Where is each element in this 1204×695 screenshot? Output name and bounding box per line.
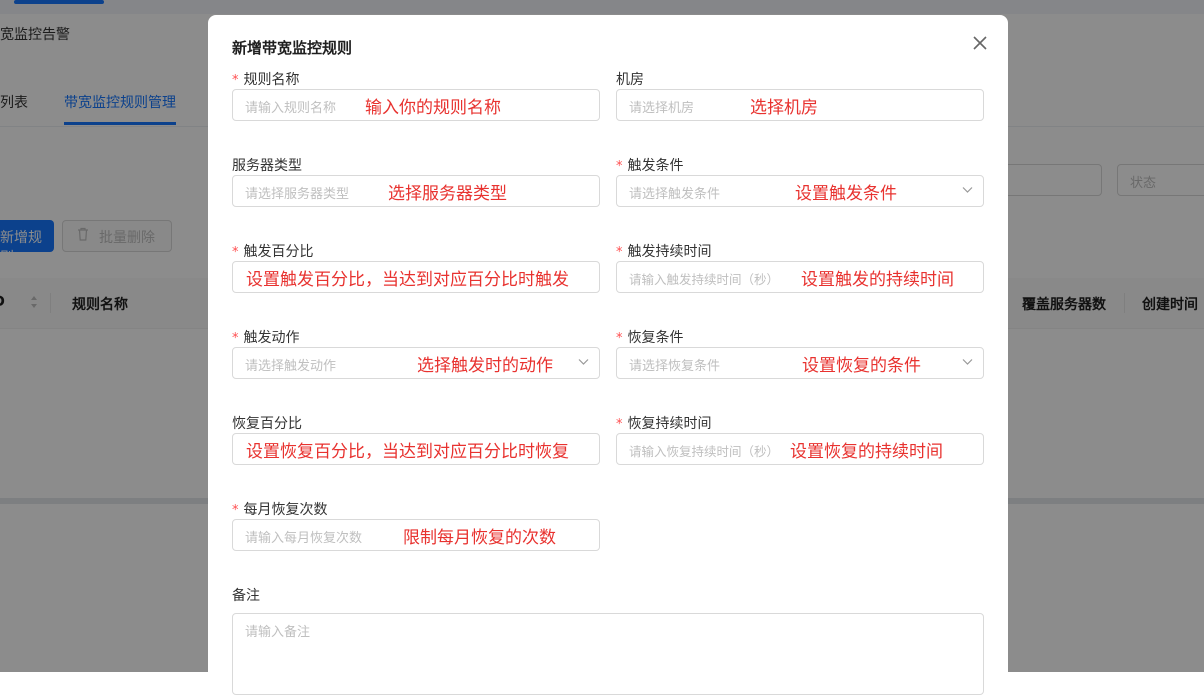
trigger-duration-placeholder: 请输入触发持续时间（秒） — [629, 272, 780, 287]
trigger-action-select[interactable]: 请选择触发动作 选择触发时的动作 — [232, 347, 600, 379]
machine-room-annotation: 选择机房 — [750, 98, 818, 118]
chevron-down-icon — [578, 359, 589, 365]
trigger-percent-label: * 触发百分比 — [232, 244, 314, 260]
rule-name-input[interactable]: 请输入规则名称 输入你的规则名称 — [232, 89, 600, 121]
recovery-duration-annotation: 设置恢复的持续时间 — [790, 442, 943, 462]
recovery-duration-input[interactable]: 请输入恢复持续时间（秒） 设置恢复的持续时间 — [616, 433, 984, 465]
add-rule-modal: 新增带宽监控规则 * 规则名称 请输入规则名称 输入你的规则名称 机房 请选择机房… — [208, 15, 1008, 695]
chevron-down-icon — [962, 187, 973, 193]
rule-name-label: * 规则名称 — [232, 72, 300, 88]
trigger-duration-label: * 触发持续时间 — [616, 244, 712, 260]
rule-name-placeholder: 请输入规则名称 — [245, 101, 337, 116]
trigger-duration-input[interactable]: 请输入触发持续时间（秒） 设置触发的持续时间 — [616, 261, 984, 293]
server-type-annotation: 选择服务器类型 — [388, 184, 507, 204]
recovery-percent-input[interactable]: 设置恢复百分比，当达到对应百分比时恢复 — [232, 433, 600, 465]
trigger-action-annotation: 选择触发时的动作 — [417, 356, 553, 376]
trigger-action-placeholder: 请选择触发动作 — [245, 359, 337, 374]
trigger-condition-placeholder: 请选择触发条件 — [629, 187, 721, 202]
close-icon[interactable] — [970, 33, 990, 53]
recovery-duration-placeholder: 请输入恢复持续时间（秒） — [629, 444, 780, 459]
recovery-duration-label: * 恢复持续时间 — [616, 416, 712, 432]
server-type-select[interactable]: 请选择服务器类型 选择服务器类型 — [232, 175, 600, 207]
recovery-percent-annotation: 设置恢复百分比，当达到对应百分比时恢复 — [246, 442, 569, 462]
machine-room-placeholder: 请选择机房 — [629, 101, 695, 116]
server-type-placeholder: 请选择服务器类型 — [245, 187, 350, 202]
monthly-recovery-count-label: * 每月恢复次数 — [232, 502, 328, 518]
monthly-recovery-count-annotation: 限制每月恢复的次数 — [403, 528, 556, 548]
rule-name-annotation: 输入你的规则名称 — [365, 98, 501, 118]
remark-textarea[interactable]: 请输入备注 — [232, 613, 984, 695]
trigger-percent-input[interactable]: 设置触发百分比，当达到对应百分比时触发 — [232, 261, 600, 293]
trigger-percent-annotation: 设置触发百分比，当达到对应百分比时触发 — [246, 270, 569, 290]
trigger-condition-select[interactable]: 请选择触发条件 设置触发条件 — [616, 175, 984, 207]
chevron-down-icon — [962, 359, 973, 365]
machine-room-label: 机房 — [616, 72, 644, 88]
server-type-label: 服务器类型 — [232, 158, 302, 174]
machine-room-select[interactable]: 请选择机房 选择机房 — [616, 89, 984, 121]
remark-placeholder: 请输入备注 — [245, 625, 311, 640]
recovery-condition-annotation: 设置恢复的条件 — [802, 356, 921, 376]
remark-label: 备注 — [232, 588, 260, 604]
recovery-percent-label: 恢复百分比 — [232, 416, 302, 432]
monthly-recovery-count-input[interactable]: 请输入每月恢复次数 限制每月恢复的次数 — [232, 519, 600, 551]
monthly-recovery-count-placeholder: 请输入每月恢复次数 — [245, 531, 363, 546]
trigger-action-label: * 触发动作 — [232, 330, 300, 346]
recovery-condition-select[interactable]: 请选择恢复条件 设置恢复的条件 — [616, 347, 984, 379]
trigger-duration-annotation: 设置触发的持续时间 — [801, 270, 954, 290]
recovery-condition-placeholder: 请选择恢复条件 — [629, 359, 721, 374]
trigger-condition-label: * 触发条件 — [616, 158, 684, 174]
modal-title: 新增带宽监控规则 — [232, 39, 353, 57]
trigger-condition-annotation: 设置触发条件 — [795, 184, 897, 204]
recovery-condition-label: * 恢复条件 — [616, 330, 684, 346]
